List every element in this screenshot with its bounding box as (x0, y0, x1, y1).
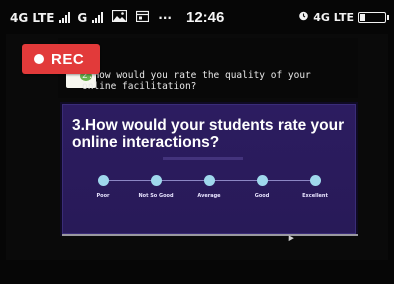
rating-label-3: Good (254, 193, 270, 199)
rating-point-1 (151, 175, 162, 186)
slide-bottom-edge (62, 234, 358, 236)
network-label-2: G (77, 10, 88, 25)
calendar-icon (136, 10, 150, 25)
clock: 12:46 (186, 9, 225, 26)
rating-point-4 (310, 175, 321, 186)
network-label-1: 4G LTE (10, 10, 55, 25)
signal-icon-2 (92, 12, 104, 23)
battery-icon (358, 11, 389, 23)
rating-label-0: Poor (96, 193, 110, 199)
previous-question-text: 2.How would you rate the quality of your… (82, 70, 311, 92)
alarm-icon (298, 10, 309, 24)
rating-label-1: Not So Good (138, 193, 174, 199)
phone-screen: 4G LTE G ··· 12:46 4G LTE Ask? (0, 0, 394, 284)
rating-label-2: Average (197, 193, 221, 199)
image-icon (112, 9, 128, 25)
rating-point-3 (257, 175, 268, 186)
record-dot-icon (34, 54, 44, 64)
battery-fill (360, 13, 365, 21)
status-bar: 4G LTE G ··· 12:46 4G LTE (0, 0, 394, 34)
rating-point-2 (204, 175, 215, 186)
status-bar-right: 4G LTE (298, 10, 389, 24)
more-icon: ··· (158, 10, 172, 25)
rec-badge[interactable]: REC (22, 44, 100, 74)
question-slide: 3.How would your students rate your onli… (62, 104, 356, 234)
rating-label-4: Excellent (302, 193, 328, 199)
right-network-label: 4G LTE (313, 10, 354, 24)
slide-title: 3.How would your students rate your onli… (72, 117, 345, 151)
rec-label: REC (51, 50, 85, 68)
rating-point-0 (98, 175, 109, 186)
status-bar-left: 4G LTE G ··· (10, 9, 172, 25)
signal-icon (59, 12, 71, 23)
slide-divider (163, 157, 243, 160)
